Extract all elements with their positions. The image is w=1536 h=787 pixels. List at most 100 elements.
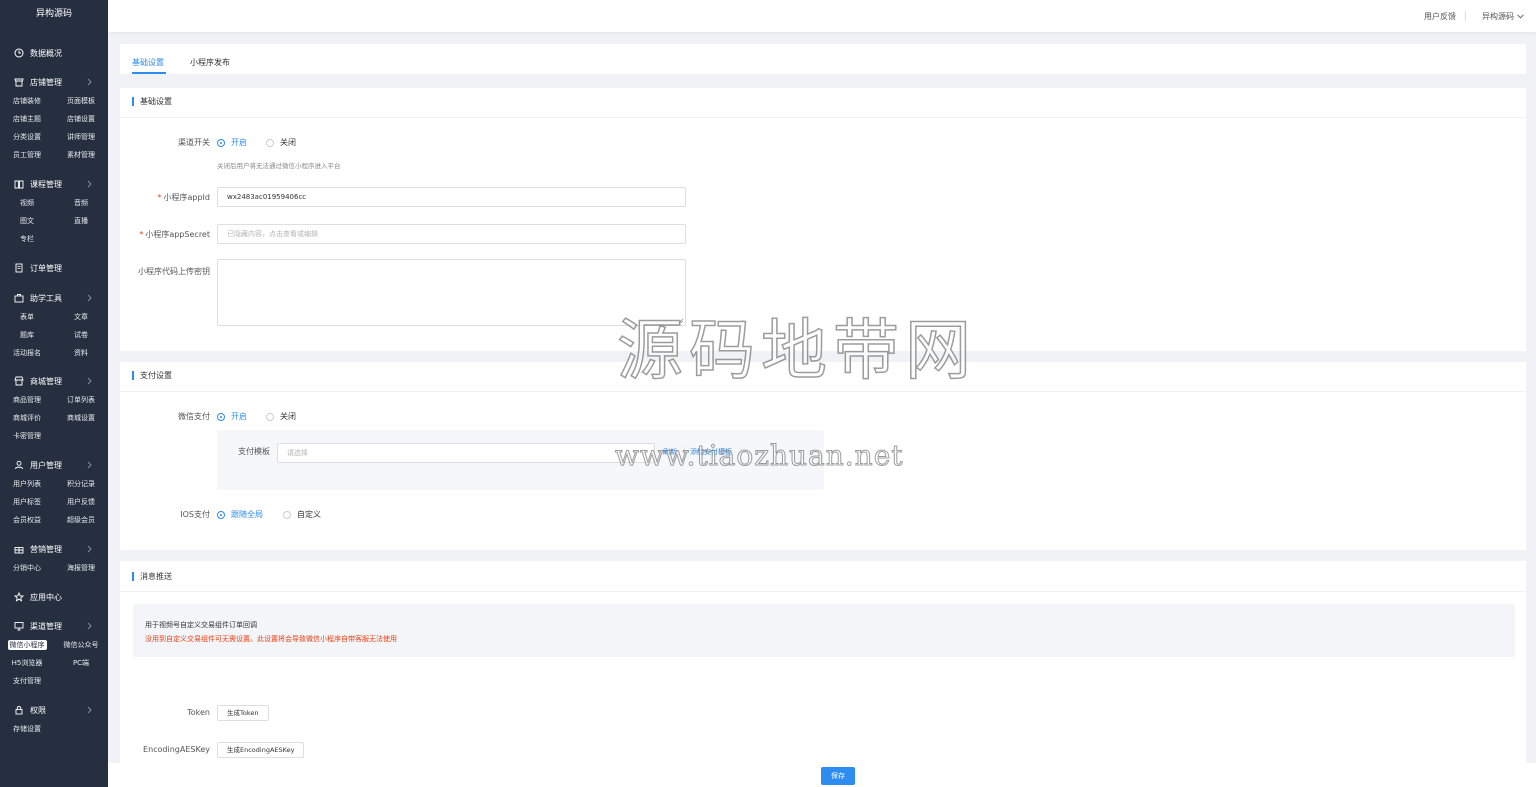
user-icon (14, 460, 24, 470)
sidebar-submenu: 表单 文章 题库 试卷 活动报名 资料 (0, 308, 108, 362)
sidebar-item[interactable]: 分类设置 (0, 128, 54, 146)
sidebar-group: 数据概况 (0, 43, 108, 63)
sidebar-item[interactable]: 素材管理 (54, 146, 108, 164)
sidebar-group-label: 订单管理 (30, 263, 62, 273)
sidebar-item[interactable]: 专栏 (0, 230, 54, 248)
sidebar-item[interactable]: 题库 (0, 326, 54, 344)
sidebar-submenu: 视频 音频 图文 直播 专栏 (0, 194, 108, 248)
link-separator: | (683, 447, 686, 455)
sidebar-item[interactable]: 员工管理 (0, 146, 54, 164)
sidebar-group-header[interactable]: 课程管理 (0, 174, 108, 194)
sidebar-group: 商城管理商品管理 订单列表 商城评价 商城设置 卡密管理 (0, 371, 108, 445)
generate-token-button[interactable]: 生成Token (217, 705, 269, 721)
sidebar-submenu: 商品管理 订单列表 商城评价 商城设置 卡密管理 (0, 391, 108, 445)
sidebar-item[interactable]: 店铺设置 (54, 110, 108, 128)
channel-off-radio[interactable]: 关闭 (266, 137, 296, 148)
wechat-pay-on-radio[interactable]: 开启 (217, 411, 247, 422)
token-label: Token (187, 708, 210, 717)
refresh-link[interactable]: 刷新 (663, 447, 677, 457)
sidebar-group: 助学工具 表单 文章 题库 试卷 活动报名 资料 (0, 288, 108, 362)
sidebar-group-header[interactable]: 订单管理 (0, 258, 108, 278)
sidebar-item[interactable]: 活动报名 (0, 344, 54, 362)
sidebar-item[interactable]: 页面模板 (54, 92, 108, 110)
pay-template-select[interactable]: 请选择 (277, 443, 655, 463)
sidebar-item[interactable]: PC端 (54, 654, 108, 672)
sidebar-item[interactable]: 支付管理 (0, 672, 54, 690)
ios-follow-global-radio[interactable]: 跟随全局 (217, 509, 263, 520)
appid-label: * 小程序appId (157, 193, 211, 202)
sidebar-group-header[interactable]: 助学工具 (0, 288, 108, 308)
user-name: 异构源码 (1482, 12, 1514, 21)
sidebar-item[interactable]: 表单 (0, 308, 54, 326)
appid-input[interactable]: wx2483ac01959406cc (217, 187, 686, 207)
chevron-right-icon (87, 294, 92, 302)
save-button[interactable]: 保存 (821, 767, 855, 785)
message-push-card: 消息推送 用于视频号自定义交易组件订单回调 没用到自定义交易组件可无需设置。此设… (120, 561, 1526, 763)
sidebar-group-header[interactable]: 数据概况 (0, 43, 108, 63)
add-pay-template-link[interactable]: 添加支付模板 (690, 447, 732, 457)
sidebar-group-header[interactable]: 应用中心 (0, 587, 108, 607)
sidebar-group-header[interactable]: 用户管理 (0, 455, 108, 475)
resize-handle-icon[interactable] (678, 318, 684, 324)
sidebar-group: 课程管理视频 音频 图文 直播 专栏 (0, 174, 108, 248)
sidebar-group: 渠道管理微信小程序 微信公众号 H5浏览器 PC端 支付管理 (0, 616, 108, 690)
sidebar-group-header[interactable]: 权限 (0, 700, 108, 720)
sidebar-item[interactable]: 积分记录 (54, 475, 108, 493)
channel-on-radio[interactable]: 开启 (217, 137, 247, 148)
tab-basic-settings[interactable]: 基础设置 (132, 57, 164, 68)
chevron-right-icon (87, 545, 92, 553)
sidebar-group-header[interactable]: 商城管理 (0, 371, 108, 391)
sidebar-item[interactable]: 存储设置 (0, 720, 54, 738)
sidebar-item[interactable]: 试卷 (54, 326, 108, 344)
tabs-bar: 基础设置 小程序发布 (120, 44, 1526, 74)
sidebar-item[interactable]: 图文 (0, 212, 54, 230)
sidebar-item[interactable]: 用户列表 (0, 475, 54, 493)
divider (120, 391, 1526, 392)
sidebar-group-label: 商城管理 (30, 376, 62, 386)
sidebar-item[interactable]: 商城评价 (0, 409, 54, 427)
sidebar-group-header[interactable]: 渠道管理 (0, 616, 108, 636)
channel-switch-label: 渠道开关 (178, 138, 210, 147)
sidebar-item[interactable]: 用户标签 (0, 493, 54, 511)
wechat-pay-off-radio[interactable]: 关闭 (266, 411, 296, 422)
wechat-pay-label: 微信支付 (178, 412, 210, 421)
sidebar-group-label: 课程管理 (30, 179, 62, 189)
sidebar-submenu: 分销中心 海报管理 (0, 559, 108, 577)
upload-key-textarea[interactable] (217, 259, 686, 326)
sidebar-group-label: 渠道管理 (30, 621, 62, 631)
sidebar-group-header[interactable]: 店铺管理 (0, 72, 108, 92)
appsecret-input[interactable]: 已隐藏内容，点击查看或编辑 (217, 224, 686, 244)
document-icon (14, 263, 24, 273)
user-menu[interactable]: 异构源码 (1482, 11, 1524, 22)
chevron-right-icon (87, 78, 92, 86)
sidebar-group-label: 营销管理 (30, 544, 62, 554)
pay-template-panel: 支付模板 请选择 刷新 | 添加支付模板 (217, 430, 824, 490)
sidebar-item[interactable]: 卡密管理 (0, 427, 54, 445)
ios-custom-radio[interactable]: 自定义 (283, 509, 321, 520)
active-tab-indicator (132, 72, 166, 74)
generate-aes-key-button[interactable]: 生成EncodingAESKey (217, 742, 305, 758)
pay-template-label: 支付模板 (238, 447, 270, 456)
sidebar-item[interactable]: 视频 (0, 194, 54, 212)
feedback-link[interactable]: 用户反馈 (1424, 11, 1456, 22)
sidebar-item[interactable]: 分销中心 (0, 559, 54, 577)
sidebar-submenu: 用户列表 积分记录 用户标签 用户反馈 会员权益 超级会员 (0, 475, 108, 529)
sidebar-group-header[interactable]: 营销管理 (0, 539, 108, 559)
sidebar-item[interactable]: 店铺主题 (0, 110, 54, 128)
sidebar-item[interactable]: 微信小程序 (0, 636, 54, 654)
sidebar-item[interactable]: 店铺装修 (0, 92, 54, 110)
sidebar-item[interactable]: 订单列表 (54, 391, 108, 409)
radio-checked-icon (217, 138, 225, 147)
lock-icon (14, 705, 24, 715)
sidebar-item[interactable]: 会员权益 (0, 511, 54, 529)
tab-miniprogram-publish[interactable]: 小程序发布 (190, 57, 230, 68)
sidebar-item[interactable]: 海报管理 (54, 559, 108, 577)
star-icon (14, 592, 24, 602)
sidebar-item[interactable]: 资料 (54, 344, 108, 362)
sidebar-item[interactable]: 微信公众号 (54, 636, 108, 654)
sidebar-item[interactable]: H5浏览器 (0, 654, 54, 672)
sidebar-item[interactable]: 直播 (54, 212, 108, 230)
sidebar-item[interactable]: 文章 (54, 308, 108, 326)
radio-unchecked-icon (266, 412, 274, 421)
sidebar-item[interactable]: 商品管理 (0, 391, 54, 409)
